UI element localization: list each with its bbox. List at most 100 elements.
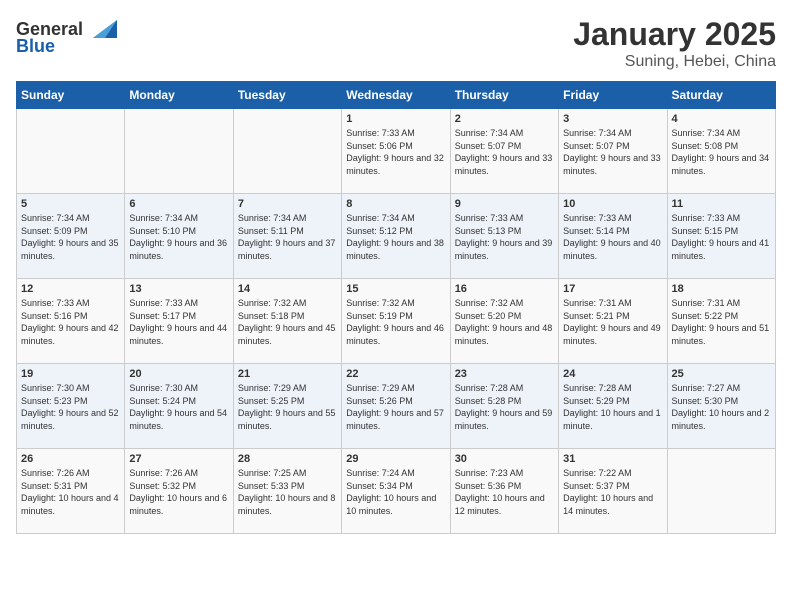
day-info: Sunrise: 7:34 AM Sunset: 5:10 PM Dayligh… <box>129 212 228 262</box>
calendar-cell: 23 Sunrise: 7:28 AM Sunset: 5:28 PM Dayli… <box>450 364 558 449</box>
day-info: Sunrise: 7:34 AM Sunset: 5:07 PM Dayligh… <box>563 127 662 177</box>
day-number: 2 <box>455 113 554 125</box>
weekday-wednesday: Wednesday <box>342 82 450 109</box>
day-info: Sunrise: 7:23 AM Sunset: 5:36 PM Dayligh… <box>455 467 554 517</box>
calendar-cell: 22 Sunrise: 7:29 AM Sunset: 5:26 PM Dayli… <box>342 364 450 449</box>
day-info: Sunrise: 7:28 AM Sunset: 5:29 PM Dayligh… <box>563 382 662 432</box>
weekday-header-row: SundayMondayTuesdayWednesdayThursdayFrid… <box>17 82 776 109</box>
day-info: Sunrise: 7:24 AM Sunset: 5:34 PM Dayligh… <box>346 467 445 517</box>
day-number: 4 <box>672 113 771 125</box>
calendar-cell: 14 Sunrise: 7:32 AM Sunset: 5:18 PM Dayli… <box>233 279 341 364</box>
day-number: 29 <box>346 453 445 465</box>
day-number: 3 <box>563 113 662 125</box>
calendar-cell: 21 Sunrise: 7:29 AM Sunset: 5:25 PM Dayli… <box>233 364 341 449</box>
calendar-cell: 17 Sunrise: 7:31 AM Sunset: 5:21 PM Dayli… <box>559 279 667 364</box>
day-info: Sunrise: 7:29 AM Sunset: 5:26 PM Dayligh… <box>346 382 445 432</box>
calendar-cell <box>125 109 233 194</box>
day-info: Sunrise: 7:34 AM Sunset: 5:12 PM Dayligh… <box>346 212 445 262</box>
day-number: 20 <box>129 368 228 380</box>
calendar-cell: 24 Sunrise: 7:28 AM Sunset: 5:29 PM Dayli… <box>559 364 667 449</box>
day-number: 25 <box>672 368 771 380</box>
calendar-cell: 11 Sunrise: 7:33 AM Sunset: 5:15 PM Dayli… <box>667 194 775 279</box>
calendar-cell: 31 Sunrise: 7:22 AM Sunset: 5:37 PM Dayli… <box>559 449 667 534</box>
calendar-cell: 12 Sunrise: 7:33 AM Sunset: 5:16 PM Dayli… <box>17 279 125 364</box>
day-number: 15 <box>346 283 445 295</box>
calendar-cell <box>667 449 775 534</box>
day-number: 12 <box>21 283 120 295</box>
day-info: Sunrise: 7:33 AM Sunset: 5:13 PM Dayligh… <box>455 212 554 262</box>
day-info: Sunrise: 7:31 AM Sunset: 5:22 PM Dayligh… <box>672 297 771 347</box>
day-number: 30 <box>455 453 554 465</box>
day-info: Sunrise: 7:30 AM Sunset: 5:23 PM Dayligh… <box>21 382 120 432</box>
day-info: Sunrise: 7:27 AM Sunset: 5:30 PM Dayligh… <box>672 382 771 432</box>
calendar-cell: 3 Sunrise: 7:34 AM Sunset: 5:07 PM Daylig… <box>559 109 667 194</box>
calendar-cell: 5 Sunrise: 7:34 AM Sunset: 5:09 PM Daylig… <box>17 194 125 279</box>
calendar-cell: 19 Sunrise: 7:30 AM Sunset: 5:23 PM Dayli… <box>17 364 125 449</box>
day-number: 21 <box>238 368 337 380</box>
calendar-cell <box>17 109 125 194</box>
weekday-saturday: Saturday <box>667 82 775 109</box>
day-number: 22 <box>346 368 445 380</box>
week-row-5: 26 Sunrise: 7:26 AM Sunset: 5:31 PM Dayli… <box>17 449 776 534</box>
calendar-cell: 10 Sunrise: 7:33 AM Sunset: 5:14 PM Dayli… <box>559 194 667 279</box>
day-info: Sunrise: 7:30 AM Sunset: 5:24 PM Dayligh… <box>129 382 228 432</box>
day-number: 31 <box>563 453 662 465</box>
day-info: Sunrise: 7:34 AM Sunset: 5:09 PM Dayligh… <box>21 212 120 262</box>
day-info: Sunrise: 7:33 AM Sunset: 5:15 PM Dayligh… <box>672 212 771 262</box>
day-number: 10 <box>563 198 662 210</box>
calendar-cell: 13 Sunrise: 7:33 AM Sunset: 5:17 PM Dayli… <box>125 279 233 364</box>
day-info: Sunrise: 7:22 AM Sunset: 5:37 PM Dayligh… <box>563 467 662 517</box>
weekday-monday: Monday <box>125 82 233 109</box>
calendar-cell: 15Sunrise: 7:32 AM Sunset: 5:19 PM Dayli… <box>342 279 450 364</box>
day-number: 28 <box>238 453 337 465</box>
calendar-cell: 16 Sunrise: 7:32 AM Sunset: 5:20 PM Dayli… <box>450 279 558 364</box>
day-info: Sunrise: 7:34 AM Sunset: 5:08 PM Dayligh… <box>672 127 771 177</box>
calendar-cell <box>233 109 341 194</box>
day-info: Sunrise: 7:26 AM Sunset: 5:31 PM Dayligh… <box>21 467 120 517</box>
day-number: 16 <box>455 283 554 295</box>
day-number: 24 <box>563 368 662 380</box>
day-number: 9 <box>455 198 554 210</box>
logo-icon <box>85 16 117 42</box>
day-number: 11 <box>672 198 771 210</box>
day-info: Sunrise: 7:26 AM Sunset: 5:32 PM Dayligh… <box>129 467 228 517</box>
month-title: January 2025 <box>573 16 776 53</box>
day-info: Sunrise: 7:29 AM Sunset: 5:25 PM Dayligh… <box>238 382 337 432</box>
calendar-cell: 6Sunrise: 7:34 AM Sunset: 5:10 PM Daylig… <box>125 194 233 279</box>
weekday-sunday: Sunday <box>17 82 125 109</box>
day-number: 13 <box>129 283 228 295</box>
day-info: Sunrise: 7:28 AM Sunset: 5:28 PM Dayligh… <box>455 382 554 432</box>
day-info: Sunrise: 7:34 AM Sunset: 5:11 PM Dayligh… <box>238 212 337 262</box>
day-info: Sunrise: 7:34 AM Sunset: 5:07 PM Dayligh… <box>455 127 554 177</box>
day-number: 19 <box>21 368 120 380</box>
week-row-1: 1Sunrise: 7:33 AM Sunset: 5:06 PM Daylig… <box>17 109 776 194</box>
day-number: 27 <box>129 453 228 465</box>
calendar-cell: 27 Sunrise: 7:26 AM Sunset: 5:32 PM Dayli… <box>125 449 233 534</box>
logo-blue-text: Blue <box>16 36 55 57</box>
title-area: January 2025 Suning, Hebei, China <box>573 16 776 71</box>
day-number: 18 <box>672 283 771 295</box>
location-title: Suning, Hebei, China <box>573 53 776 71</box>
day-info: Sunrise: 7:32 AM Sunset: 5:20 PM Dayligh… <box>455 297 554 347</box>
calendar-cell: 20 Sunrise: 7:30 AM Sunset: 5:24 PM Dayli… <box>125 364 233 449</box>
day-number: 17 <box>563 283 662 295</box>
weekday-tuesday: Tuesday <box>233 82 341 109</box>
logo: General Blue <box>16 16 119 57</box>
day-info: Sunrise: 7:32 AM Sunset: 5:18 PM Dayligh… <box>238 297 337 347</box>
day-info: Sunrise: 7:33 AM Sunset: 5:16 PM Dayligh… <box>21 297 120 347</box>
calendar-cell: 28Sunrise: 7:25 AM Sunset: 5:33 PM Dayli… <box>233 449 341 534</box>
day-number: 7 <box>238 198 337 210</box>
day-number: 14 <box>238 283 337 295</box>
calendar-cell: 26 Sunrise: 7:26 AM Sunset: 5:31 PM Dayli… <box>17 449 125 534</box>
day-info: Sunrise: 7:33 AM Sunset: 5:17 PM Dayligh… <box>129 297 228 347</box>
weekday-friday: Friday <box>559 82 667 109</box>
day-number: 26 <box>21 453 120 465</box>
day-number: 23 <box>455 368 554 380</box>
calendar-cell: 30 Sunrise: 7:23 AM Sunset: 5:36 PM Dayli… <box>450 449 558 534</box>
day-info: Sunrise: 7:33 AM Sunset: 5:14 PM Dayligh… <box>563 212 662 262</box>
week-row-4: 19 Sunrise: 7:30 AM Sunset: 5:23 PM Dayli… <box>17 364 776 449</box>
day-info: Sunrise: 7:31 AM Sunset: 5:21 PM Dayligh… <box>563 297 662 347</box>
calendar-cell: 7 Sunrise: 7:34 AM Sunset: 5:11 PM Daylig… <box>233 194 341 279</box>
day-number: 5 <box>21 198 120 210</box>
weekday-thursday: Thursday <box>450 82 558 109</box>
